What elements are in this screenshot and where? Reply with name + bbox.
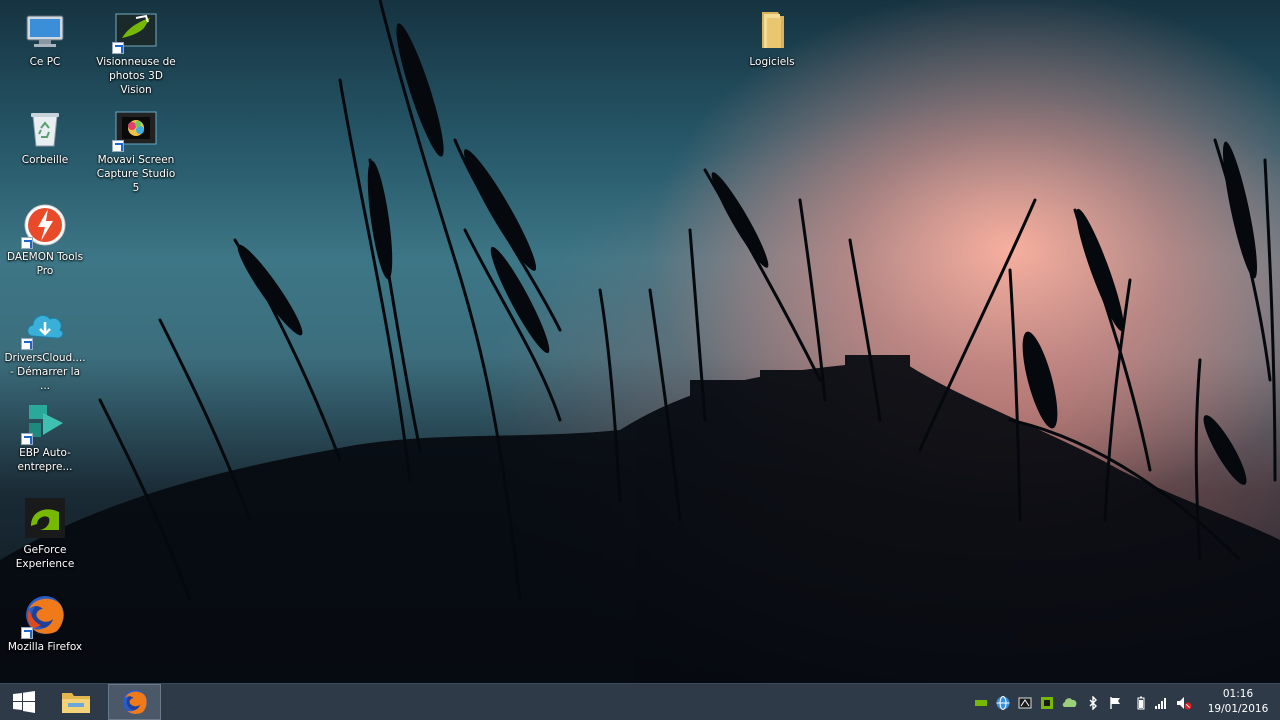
taskbar: 01:16 19/01/2016 — [0, 683, 1280, 720]
photo-viewer-3d-icon — [112, 8, 158, 54]
bluetooth-icon[interactable] — [1086, 695, 1100, 711]
desktop-icon-geforce[interactable]: GeForce Experience — [4, 490, 86, 571]
signal-icon[interactable] — [1154, 695, 1168, 709]
shortcut-arrow-icon — [21, 338, 33, 350]
icon-label: DriversCloud.... - Démarrer la ... — [4, 352, 86, 392]
clock-date: 19/01/2016 — [1207, 703, 1269, 715]
desktop-icon-ebp[interactable]: EBP Auto-entrepre... — [4, 393, 86, 474]
cloud-tray-icon[interactable] — [1062, 695, 1077, 709]
shortcut-arrow-icon — [21, 433, 33, 445]
shortcut-arrow-icon — [112, 42, 124, 54]
driverscloud-icon — [21, 304, 67, 350]
wallpaper-grass-silhouette — [0, 0, 1280, 683]
desktop-icon-movavi[interactable]: Movavi Screen Capture Studio 5 — [95, 100, 177, 195]
icon-label: Movavi Screen Capture Studio 5 — [96, 154, 176, 194]
clock-time: 01:16 — [1222, 688, 1254, 700]
battery-icon[interactable] — [1134, 695, 1148, 710]
folder-icon — [62, 693, 90, 713]
icon-label: Ce PC — [29, 56, 61, 68]
firefox-icon — [21, 593, 67, 639]
icon-label: DAEMON Tools Pro — [6, 251, 84, 277]
desktop-icon-corbeille[interactable]: Corbeille — [4, 100, 86, 167]
geforce-icon — [23, 496, 67, 540]
icon-label: GeForce Experience — [15, 544, 75, 570]
shortcut-arrow-icon — [21, 237, 33, 249]
taskbar-firefox[interactable] — [108, 684, 161, 720]
clock[interactable]: 01:16 19/01/2016 — [1206, 687, 1270, 717]
desktop-icon-photo-viewer-3d[interactable]: Visionneuse de photos 3D Vision — [95, 2, 177, 97]
desktop-icon-logiciels[interactable]: Logiciels — [731, 2, 813, 69]
shortcut-arrow-icon — [112, 140, 124, 152]
folder-icon — [750, 8, 794, 52]
shortcut-arrow-icon — [21, 627, 33, 639]
desktop-icon-ce-pc[interactable]: Ce PC — [4, 2, 86, 69]
system-tray — [970, 684, 1200, 720]
icon-label: EBP Auto-entrepre... — [17, 447, 73, 473]
desktop-icon-firefox[interactable]: Mozilla Firefox — [4, 587, 86, 654]
desktop-icon-driverscloud[interactable]: DriversCloud.... - Démarrer la ... — [4, 298, 86, 393]
movavi-icon — [112, 106, 158, 152]
icon-label: Mozilla Firefox — [7, 641, 83, 653]
action-center-flag-icon[interactable] — [1108, 695, 1122, 709]
taskbar-file-explorer[interactable] — [52, 684, 100, 720]
icon-label: Logiciels — [749, 56, 795, 68]
computer-icon — [23, 8, 67, 52]
recycle-bin-icon — [23, 106, 67, 150]
windows-start-icon — [13, 691, 35, 713]
desktop-icon-daemon-tools[interactable]: DAEMON Tools Pro — [4, 197, 86, 278]
icon-label: Corbeille — [21, 154, 69, 166]
network-globe-icon[interactable] — [996, 695, 1010, 710]
geforce-tray-icon[interactable] — [1040, 695, 1054, 709]
start-button[interactable] — [0, 684, 48, 720]
daemon-tools-icon — [21, 203, 67, 249]
nvidia-3d-icon[interactable] — [974, 695, 988, 709]
app-tray-icon[interactable] — [1018, 695, 1032, 709]
desktop-background: Ce PC Corbeille DAEMON Tools Pro Drivers… — [0, 0, 1280, 683]
volume-muted-icon[interactable] — [1176, 695, 1192, 710]
icon-label: Visionneuse de photos 3D Vision — [96, 56, 176, 96]
ebp-icon — [21, 399, 67, 445]
firefox-icon — [122, 689, 147, 715]
